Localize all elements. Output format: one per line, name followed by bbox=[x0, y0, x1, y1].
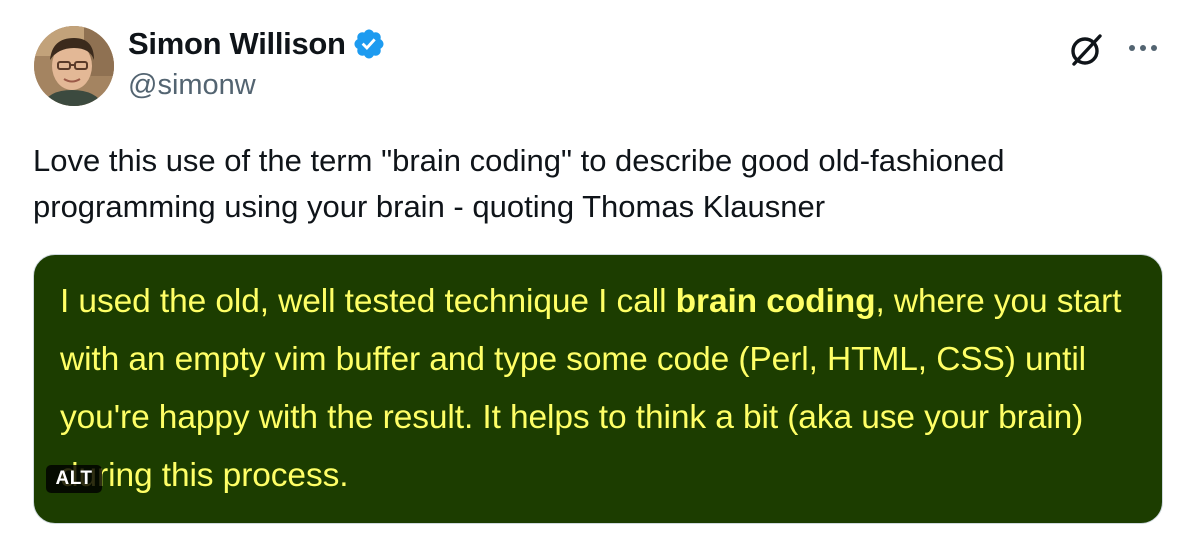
author-handle[interactable]: @simonw bbox=[128, 69, 256, 102]
author-name-row[interactable]: Simon Willison bbox=[128, 26, 386, 62]
avatar-image bbox=[34, 26, 114, 106]
tweet-text: Love this use of the term "brain coding"… bbox=[33, 138, 1163, 230]
more-options-icon[interactable] bbox=[1123, 36, 1163, 60]
alt-text-badge[interactable]: ALT bbox=[46, 465, 102, 493]
verified-badge-icon[interactable] bbox=[352, 27, 386, 61]
avatar[interactable] bbox=[34, 26, 114, 106]
quote-text-bold: brain coding bbox=[675, 283, 876, 320]
tweet-text-line-2: programming using your brain - quoting T… bbox=[33, 189, 826, 224]
quote-text-part-1: I used the old, well tested technique I … bbox=[60, 283, 676, 320]
author-name[interactable]: Simon Willison bbox=[128, 26, 346, 62]
quoted-image[interactable]: I used the old, well tested technique I … bbox=[33, 254, 1163, 524]
quoted-image-text: I used the old, well tested technique I … bbox=[60, 273, 1150, 505]
tweet: Simon Willison @simonw Love this use of … bbox=[0, 0, 1196, 546]
grok-icon[interactable] bbox=[1066, 30, 1106, 70]
tweet-text-line-1: Love this use of the term "brain coding"… bbox=[33, 143, 1005, 178]
